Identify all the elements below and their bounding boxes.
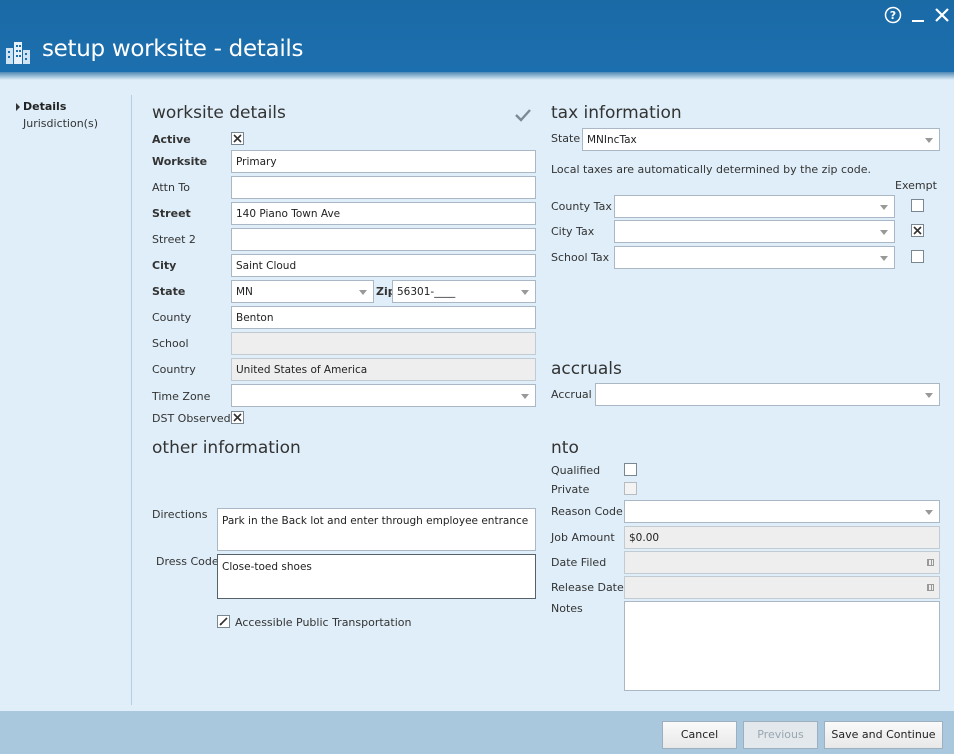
school-tax-exempt-checkbox[interactable] bbox=[911, 250, 924, 263]
release-date-label: Release Date bbox=[551, 581, 624, 594]
job-amount-label: Job Amount bbox=[551, 531, 615, 544]
attn-to-input[interactable] bbox=[231, 176, 536, 199]
window-title: setup worksite - details bbox=[42, 36, 304, 62]
chevron-down-icon bbox=[925, 138, 933, 143]
tax-information-heading: tax information bbox=[551, 103, 682, 123]
reason-code-label: Reason Code bbox=[551, 505, 623, 518]
job-amount-input: $0.00 bbox=[624, 526, 940, 549]
county-tax-select[interactable] bbox=[614, 195, 895, 218]
accessible-transport-label: Accessible Public Transportation bbox=[235, 616, 412, 629]
dst-observed-label: DST Observed bbox=[152, 412, 231, 425]
state-label: State bbox=[152, 285, 186, 298]
chevron-down-icon bbox=[925, 393, 933, 398]
street2-input[interactable] bbox=[231, 228, 536, 251]
school-label: School bbox=[152, 337, 189, 350]
school-tax-select[interactable] bbox=[614, 246, 895, 269]
date-filed-input bbox=[624, 551, 940, 574]
chevron-down-icon bbox=[880, 230, 888, 235]
nav-item-jurisdictions[interactable]: Jurisdiction(s) bbox=[23, 117, 98, 130]
caret-right-icon bbox=[16, 103, 20, 111]
time-zone-label: Time Zone bbox=[152, 390, 211, 403]
school-input bbox=[231, 332, 536, 355]
time-zone-select[interactable] bbox=[231, 384, 536, 407]
county-tax-exempt-checkbox[interactable] bbox=[911, 199, 924, 212]
reason-code-select[interactable] bbox=[624, 500, 940, 523]
tax-state-value: MNIncTax bbox=[587, 134, 637, 146]
street-input[interactable]: 140 Piano Town Ave bbox=[231, 202, 536, 225]
checkmark-icon bbox=[515, 109, 531, 122]
state-value: MN bbox=[236, 286, 253, 298]
buildings-icon bbox=[6, 42, 30, 64]
previous-button[interactable]: Previous bbox=[743, 721, 818, 749]
accrual-label: Accrual bbox=[551, 388, 592, 401]
chevron-down-icon bbox=[359, 290, 367, 295]
tax-state-label: State bbox=[551, 132, 581, 145]
private-checkbox[interactable] bbox=[624, 482, 637, 495]
directions-label: Directions bbox=[152, 508, 208, 521]
cancel-button[interactable]: Cancel bbox=[662, 721, 737, 749]
nto-heading: nto bbox=[551, 438, 579, 458]
minimize-icon[interactable] bbox=[908, 6, 928, 26]
county-tax-label: County Tax bbox=[551, 200, 612, 213]
zip-value: 56301-____ bbox=[397, 286, 456, 298]
attn-to-label: Attn To bbox=[152, 181, 191, 194]
dress-code-textarea[interactable]: Close-toed shoes bbox=[217, 554, 536, 599]
country-label: Country bbox=[152, 363, 196, 376]
county-label: County bbox=[152, 311, 192, 324]
dress-code-label: Dress Code bbox=[156, 555, 219, 568]
county-input[interactable]: Benton bbox=[231, 306, 536, 329]
tax-state-select[interactable]: MNIncTax bbox=[582, 128, 940, 151]
chevron-down-icon bbox=[880, 205, 888, 210]
title-shadow bbox=[0, 72, 954, 80]
active-checkbox[interactable] bbox=[231, 132, 244, 145]
other-information-heading: other information bbox=[152, 438, 301, 458]
private-label: Private bbox=[551, 483, 590, 496]
chevron-down-icon bbox=[521, 394, 529, 399]
nav-item-details[interactable]: Details bbox=[23, 100, 66, 113]
worksite-input[interactable]: Primary bbox=[231, 150, 536, 173]
dst-observed-checkbox[interactable] bbox=[231, 411, 244, 424]
qualified-label: Qualified bbox=[551, 464, 601, 477]
calendar-icon bbox=[927, 559, 934, 566]
city-tax-label: City Tax bbox=[551, 225, 595, 238]
zip-select[interactable]: 56301-____ bbox=[392, 280, 536, 303]
street2-label: Street 2 bbox=[152, 233, 196, 246]
country-input: United States of America bbox=[231, 358, 536, 381]
worksite-label: Worksite bbox=[152, 155, 208, 168]
city-label: City bbox=[152, 259, 177, 272]
local-taxes-note: Local taxes are automatically determined… bbox=[551, 163, 872, 176]
date-filed-label: Date Filed bbox=[551, 556, 607, 569]
accrual-select[interactable] bbox=[595, 383, 940, 406]
qualified-checkbox[interactable] bbox=[624, 463, 637, 476]
sidebar-divider bbox=[131, 95, 132, 705]
release-date-input bbox=[624, 576, 940, 599]
close-icon[interactable] bbox=[932, 6, 952, 26]
city-input[interactable]: Saint Cloud bbox=[231, 254, 536, 277]
city-tax-exempt-checkbox[interactable] bbox=[911, 224, 924, 237]
title-bar: setup worksite - details ? bbox=[0, 0, 954, 72]
street-label: Street bbox=[152, 207, 191, 220]
chevron-down-icon bbox=[925, 510, 933, 515]
notes-label: Notes bbox=[551, 602, 583, 615]
help-icon[interactable]: ? bbox=[883, 6, 903, 26]
school-tax-label: School Tax bbox=[551, 251, 610, 264]
accessible-transport-checkbox[interactable] bbox=[217, 615, 230, 628]
calendar-icon bbox=[927, 584, 934, 591]
exempt-label: Exempt bbox=[895, 179, 937, 192]
active-label: Active bbox=[152, 133, 191, 146]
city-tax-select[interactable] bbox=[614, 220, 895, 243]
svg-text:?: ? bbox=[890, 9, 896, 22]
chevron-down-icon bbox=[880, 256, 888, 261]
worksite-details-heading: worksite details bbox=[152, 103, 286, 123]
state-select[interactable]: MN bbox=[231, 280, 374, 303]
directions-textarea[interactable]: Park in the Back lot and enter through e… bbox=[217, 508, 536, 551]
accruals-heading: accruals bbox=[551, 359, 622, 379]
save-and-continue-button[interactable]: Save and Continue bbox=[824, 721, 943, 749]
chevron-down-icon bbox=[521, 290, 529, 295]
notes-textarea[interactable] bbox=[624, 601, 940, 691]
